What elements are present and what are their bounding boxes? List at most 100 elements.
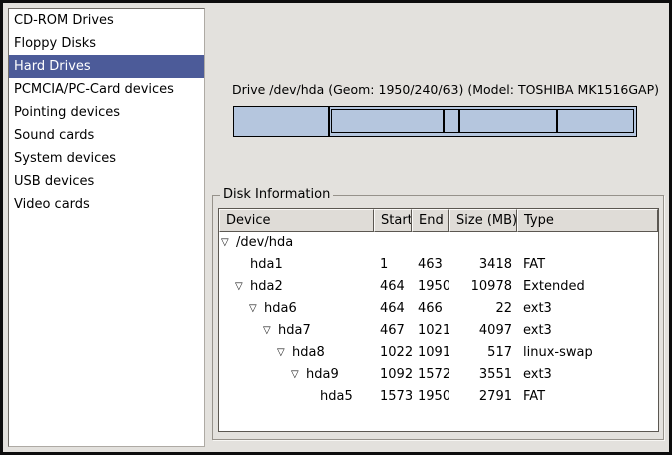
cell-start: 1092 <box>374 364 412 386</box>
expander-icon[interactable]: ▽ <box>249 298 264 320</box>
cell-start: 467 <box>374 320 412 342</box>
cell-size: 22 <box>449 298 517 320</box>
cell-start: 1573 <box>374 386 412 408</box>
sidebar-item-hard-drives[interactable]: Hard Drives <box>9 55 204 78</box>
sidebar-item-label: Sound cards <box>14 128 94 143</box>
cell-device: ▽ hda2 <box>219 276 374 298</box>
cell-device: ▽ hda8 <box>219 342 374 364</box>
cell-size: 10978 <box>449 276 517 298</box>
expander-icon[interactable]: ▽ <box>291 364 306 386</box>
disk-table-body: ▽ /dev/hda hda1 1 463 3418 FAT ▽ hda2 46… <box>219 232 658 408</box>
cell-type: ext3 <box>517 320 658 342</box>
expander-icon[interactable]: ▽ <box>221 232 236 254</box>
device-name: hda9 <box>306 364 339 386</box>
sidebar-item-label: PCMCIA/PC-Card devices <box>14 82 174 97</box>
cell-end: 1572 <box>412 364 449 386</box>
cell-type: linux-swap <box>517 342 658 364</box>
cell-end: 466 <box>412 298 449 320</box>
table-row-hda6[interactable]: ▽ hda6 464 466 22 ext3 <box>219 298 658 320</box>
cell-end: 1021 <box>412 320 449 342</box>
table-row-hda5[interactable]: hda5 1573 1950 2791 FAT <box>219 386 658 408</box>
table-row-hda9[interactable]: ▽ hda9 1092 1572 3551 ext3 <box>219 364 658 386</box>
cell-type: ext3 <box>517 364 658 386</box>
cell-end <box>412 232 449 254</box>
table-row-hda1[interactable]: hda1 1 463 3418 FAT <box>219 254 658 276</box>
cell-start: 1 <box>374 254 412 276</box>
partition-segment-hda5[interactable] <box>557 109 634 133</box>
cell-start <box>374 232 412 254</box>
expander-icon[interactable]: ▽ <box>263 320 278 342</box>
device-category-list: CD-ROM Drives Floppy Disks Hard Drives P… <box>8 8 205 447</box>
sidebar-item-label: Floppy Disks <box>14 36 96 51</box>
sidebar-item-cd-rom-drives[interactable]: CD-ROM Drives <box>9 9 204 32</box>
cell-end: 1950 <box>412 386 449 408</box>
sidebar-item-pointing-devices[interactable]: Pointing devices <box>9 101 204 124</box>
disk-table: DeviceStartEndSize (MB)Type ▽ /dev/hda h… <box>218 208 659 432</box>
column-header-size-mb[interactable]: Size (MB) <box>449 209 517 232</box>
device-name: hda8 <box>292 342 325 364</box>
cell-end: 1950 <box>412 276 449 298</box>
table-row-hda8[interactable]: ▽ hda8 1022 1091 517 linux-swap <box>219 342 658 364</box>
cell-device: hda1 <box>219 254 374 276</box>
device-name: /dev/hda <box>236 232 293 254</box>
cell-type: ext3 <box>517 298 658 320</box>
cell-type: Extended <box>517 276 658 298</box>
column-header-device[interactable]: Device <box>219 209 374 232</box>
sidebar-item-video-cards[interactable]: Video cards <box>9 193 204 216</box>
table-row-hda2[interactable]: ▽ hda2 464 1950 10978 Extended <box>219 276 658 298</box>
partition-segment-hda7[interactable] <box>331 109 444 133</box>
disk-information-frame: Disk Information DeviceStartEndSize (MB)… <box>212 195 664 440</box>
device-name: hda6 <box>264 298 297 320</box>
cell-size <box>449 232 517 254</box>
cell-start: 464 <box>374 298 412 320</box>
cell-size: 3551 <box>449 364 517 386</box>
drive-title: Drive /dev/hda (Geom: 1950/240/63) (Mode… <box>232 82 667 97</box>
sidebar-item-label: USB devices <box>14 174 94 189</box>
sidebar-item-system-devices[interactable]: System devices <box>9 147 204 170</box>
sidebar-item-label: Hard Drives <box>14 59 91 74</box>
cell-end: 1091 <box>412 342 449 364</box>
disk-information-frame-label: Disk Information <box>220 187 333 202</box>
sidebar-item-floppy-disks[interactable]: Floppy Disks <box>9 32 204 55</box>
expander-icon[interactable]: ▽ <box>235 276 250 298</box>
sidebar-item-label: Pointing devices <box>14 105 120 120</box>
cell-device: ▽ hda7 <box>219 320 374 342</box>
disk-table-header: DeviceStartEndSize (MB)Type <box>219 209 658 232</box>
cell-size: 517 <box>449 342 517 364</box>
hardware-browser-window: CD-ROM Drives Floppy Disks Hard Drives P… <box>0 0 672 455</box>
cell-size: 4097 <box>449 320 517 342</box>
column-header-end[interactable]: End <box>412 209 449 232</box>
sidebar-item-sound-cards[interactable]: Sound cards <box>9 124 204 147</box>
partition-segment-hda2[interactable] <box>329 106 637 137</box>
sidebar-item-label: Video cards <box>14 197 90 212</box>
device-name: hda5 <box>320 386 353 408</box>
cell-size: 2791 <box>449 386 517 408</box>
device-name: hda7 <box>278 320 311 342</box>
device-name: hda2 <box>250 276 283 298</box>
cell-device: ▽ hda6 <box>219 298 374 320</box>
column-header-type[interactable]: Type <box>517 209 658 232</box>
device-name: hda1 <box>250 254 283 276</box>
partition-segment-hda8[interactable] <box>444 109 458 133</box>
cell-end: 463 <box>412 254 449 276</box>
cell-type: FAT <box>517 386 658 408</box>
partition-segment-hda9[interactable] <box>459 109 557 133</box>
cell-start: 464 <box>374 276 412 298</box>
sidebar-item-label: CD-ROM Drives <box>14 13 114 28</box>
cell-device: ▽ hda9 <box>219 364 374 386</box>
cell-type: FAT <box>517 254 658 276</box>
column-header-start[interactable]: Start <box>374 209 412 232</box>
sidebar-item-usb-devices[interactable]: USB devices <box>9 170 204 193</box>
cell-device: hda5 <box>219 386 374 408</box>
sidebar-item-pcmcia-pc-card-devices[interactable]: PCMCIA/PC-Card devices <box>9 78 204 101</box>
expander-icon[interactable]: ▽ <box>277 342 292 364</box>
partition-bar <box>233 106 637 137</box>
sidebar-item-label: System devices <box>14 151 116 166</box>
table-row-dev-hda[interactable]: ▽ /dev/hda <box>219 232 658 254</box>
cell-start: 1022 <box>374 342 412 364</box>
cell-device: ▽ /dev/hda <box>219 232 374 254</box>
table-row-hda7[interactable]: ▽ hda7 467 1021 4097 ext3 <box>219 320 658 342</box>
cell-type <box>517 232 658 254</box>
cell-size: 3418 <box>449 254 517 276</box>
partition-segment-hda1[interactable] <box>233 106 329 137</box>
